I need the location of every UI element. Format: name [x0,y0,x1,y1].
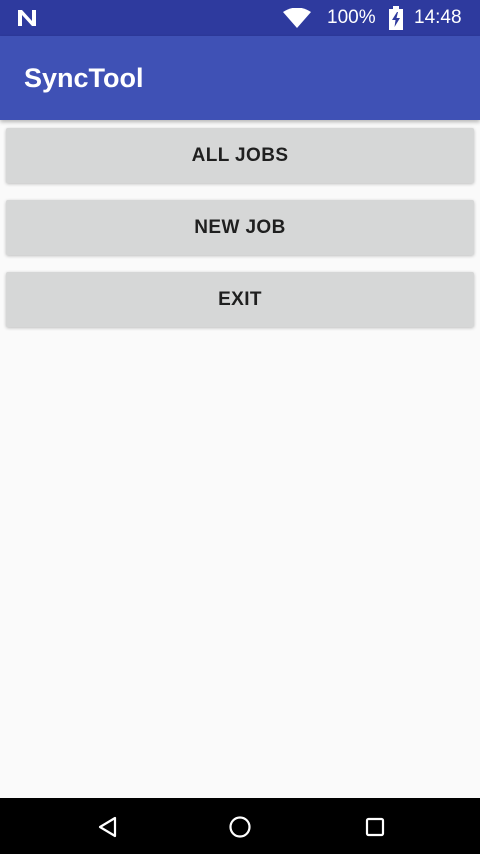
home-icon[interactable] [228,815,252,839]
navigation-bar [0,798,480,854]
app-bar: SyncTool [0,36,480,120]
status-bar: 100% 14:48 [0,0,480,36]
status-clock: 14:48 [414,7,462,28]
app-title: SyncTool [24,63,144,93]
battery-charging-icon [389,6,403,30]
exit-button[interactable]: EXIT [6,272,474,327]
wifi-icon [283,8,311,28]
recents-icon[interactable] [363,815,387,839]
all-jobs-button[interactable]: ALL JOBS [6,128,474,183]
back-icon[interactable] [96,815,120,839]
battery-percent: 100% [327,7,376,28]
new-job-button[interactable]: NEW JOB [6,200,474,255]
n-logo-icon [18,10,36,26]
